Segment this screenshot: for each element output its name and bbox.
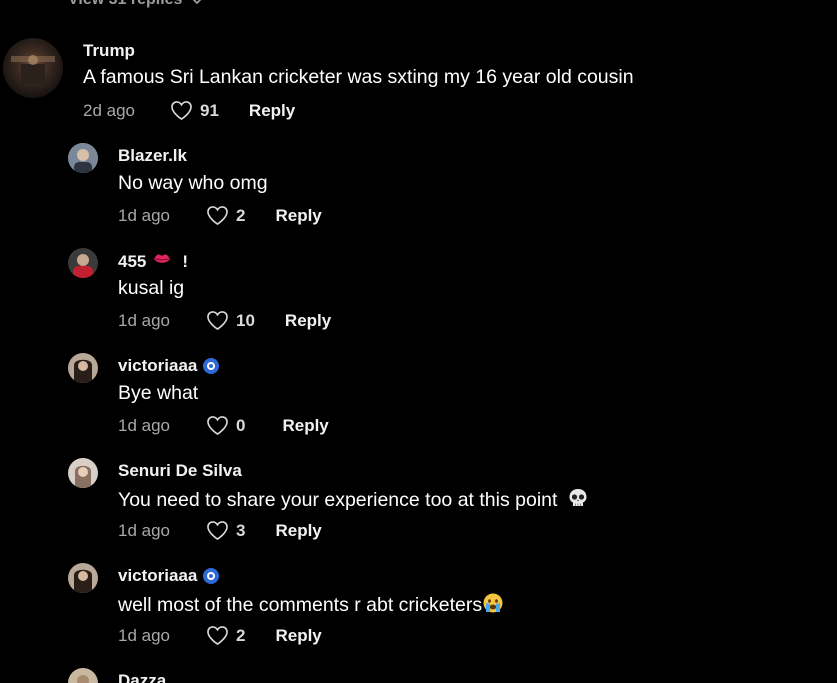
avatar[interactable] bbox=[68, 458, 98, 488]
comment-text: Bye what bbox=[118, 382, 199, 404]
heart-outline-icon bbox=[207, 521, 228, 541]
heart-outline-icon bbox=[207, 626, 228, 646]
kiss-lips-emoji bbox=[152, 251, 172, 272]
avatar[interactable] bbox=[68, 248, 98, 278]
like-count: 2 bbox=[236, 625, 246, 645]
comment-username[interactable]: Blazer.lk bbox=[118, 146, 187, 166]
verified-badge-icon bbox=[203, 568, 220, 584]
comment-username[interactable]: Senuri De Silva bbox=[118, 461, 242, 481]
like-button[interactable]: 3 bbox=[206, 520, 245, 541]
view-replies-label: View 31 replies bbox=[68, 0, 182, 9]
reply-button[interactable]: Reply bbox=[275, 521, 321, 541]
like-button[interactable]: 0 bbox=[206, 415, 245, 436]
reply-button[interactable]: Reply bbox=[285, 311, 331, 331]
comment-username[interactable]: Trump bbox=[83, 41, 135, 61]
like-button[interactable]: 2 bbox=[206, 205, 245, 226]
crying-face-emoji bbox=[482, 592, 504, 619]
view-replies-button[interactable]: View 31 replies bbox=[68, 0, 204, 9]
comments-panel: View 31 replies Trump A famous Sri Lanka… bbox=[0, 0, 837, 683]
like-count: 0 bbox=[236, 415, 246, 435]
verified-badge-icon bbox=[203, 358, 220, 374]
comment-time: 1d ago bbox=[118, 625, 170, 645]
comment-text: well most of the comments r abt crickete… bbox=[118, 592, 504, 619]
comment-text: kusal ig bbox=[118, 277, 185, 299]
avatar[interactable] bbox=[68, 143, 98, 173]
comment-username[interactable]: victoriaaa bbox=[118, 356, 220, 376]
avatar[interactable] bbox=[68, 563, 98, 593]
heart-outline-icon bbox=[207, 416, 228, 436]
reply-button[interactable]: Reply bbox=[275, 206, 321, 226]
chevron-down-icon bbox=[193, 0, 202, 5]
comment-username[interactable]: Dazza bbox=[118, 671, 166, 683]
skull-emoji bbox=[567, 487, 589, 514]
comment-username[interactable]: victoriaaa bbox=[118, 566, 220, 586]
like-button[interactable]: 91 bbox=[170, 100, 219, 121]
heart-outline-icon bbox=[171, 101, 192, 121]
like-button[interactable]: 2 bbox=[206, 625, 245, 646]
comment-username[interactable]: 455 ! bbox=[118, 251, 188, 272]
comment-time: 1d ago bbox=[118, 310, 170, 330]
comment-time: 1d ago bbox=[118, 205, 170, 225]
like-count: 91 bbox=[200, 100, 219, 120]
comment-text: No way who omg bbox=[118, 172, 268, 194]
like-count: 2 bbox=[236, 205, 246, 225]
reply-button[interactable]: Reply bbox=[282, 416, 328, 436]
avatar[interactable] bbox=[68, 353, 98, 383]
heart-outline-icon bbox=[207, 311, 228, 331]
comment-time: 1d ago bbox=[118, 520, 170, 540]
like-count: 10 bbox=[236, 310, 255, 330]
avatar[interactable] bbox=[3, 38, 63, 98]
avatar[interactable] bbox=[68, 668, 98, 683]
reply-button[interactable]: Reply bbox=[249, 101, 295, 121]
like-button[interactable]: 10 bbox=[206, 310, 255, 331]
heart-outline-icon bbox=[207, 206, 228, 226]
reply-button[interactable]: Reply bbox=[275, 626, 321, 646]
like-count: 3 bbox=[236, 520, 246, 540]
comment-text: A famous Sri Lankan cricketer was sxting… bbox=[83, 66, 634, 88]
comment-time: 2d ago bbox=[83, 100, 135, 120]
comment-time: 1d ago bbox=[118, 415, 170, 435]
comment-text: You need to share your experience too at… bbox=[118, 487, 589, 514]
